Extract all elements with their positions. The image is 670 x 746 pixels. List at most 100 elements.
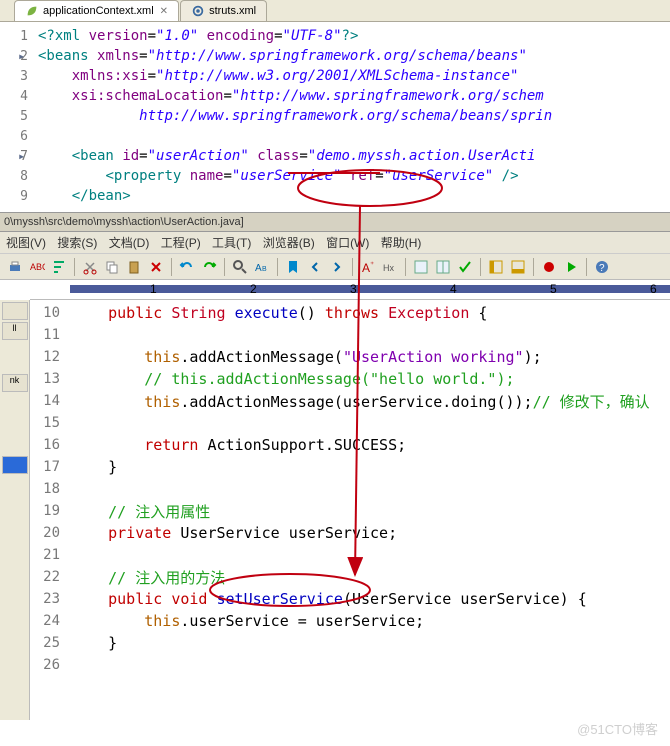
copy-icon[interactable] — [104, 259, 120, 275]
code-line: // this.addActionMessage("hello world.")… — [72, 370, 515, 388]
code-line: } — [72, 458, 117, 476]
find-replace-icon[interactable]: AB — [254, 259, 270, 275]
code-line: public void setUserService(UserService u… — [72, 590, 587, 608]
code-line: <beans xmlns="http://www.springframework… — [38, 48, 527, 64]
fold-icon[interactable]: ▸ — [18, 149, 25, 163]
toolbar-separator — [405, 258, 406, 276]
code-line: this.userService = userService; — [72, 612, 424, 630]
menu-help[interactable]: 帮助(H) — [381, 236, 422, 250]
svg-text:Hx: Hx — [383, 263, 394, 273]
delete-icon[interactable] — [148, 259, 164, 275]
layout1-icon[interactable] — [413, 259, 429, 275]
svg-text:ABC: ABC — [30, 262, 45, 272]
code-line: <bean id="userAction" class="demo.myssh.… — [38, 148, 535, 164]
line-number: 25 — [30, 635, 72, 651]
code-line: public String execute() throws Exception… — [72, 304, 487, 322]
line-number: 15 — [30, 415, 72, 431]
menu-tools[interactable]: 工具(T) — [212, 236, 251, 250]
svg-text:B: B — [262, 266, 267, 273]
nav-left-icon[interactable] — [307, 259, 323, 275]
code-line: private UserService userService; — [72, 524, 397, 542]
ruler-mark: 6 — [650, 282, 657, 296]
line-number: 19 — [30, 503, 72, 519]
line-number: 26 — [30, 657, 72, 673]
line-number: 23 — [30, 591, 72, 607]
tab-application-context[interactable]: applicationContext.xml ✕ — [14, 0, 179, 21]
leaf-icon — [25, 4, 39, 18]
line-number: 9 — [0, 189, 38, 204]
toolbar-separator — [74, 258, 75, 276]
print-icon[interactable] — [7, 259, 23, 275]
redo-icon[interactable] — [201, 259, 217, 275]
undo-icon[interactable] — [179, 259, 195, 275]
menu-window[interactable]: 窗口(W) — [326, 236, 369, 250]
fold-icon[interactable]: ▸ — [18, 49, 25, 63]
ruler-mark: 1 — [150, 282, 157, 296]
panel1-icon[interactable] — [488, 259, 504, 275]
code-line: this.addActionMessage(userService.doing(… — [72, 391, 650, 412]
line-number: 12 — [30, 349, 72, 365]
record-icon[interactable] — [541, 259, 557, 275]
toolbar-separator — [480, 258, 481, 276]
line-number: 22 — [30, 569, 72, 585]
side-item[interactable]: nk — [2, 374, 28, 392]
toolbar-separator — [224, 258, 225, 276]
watermark: @51CTO博客 — [577, 719, 658, 738]
nav-right-icon[interactable] — [329, 259, 345, 275]
side-item[interactable]: ll — [2, 322, 28, 340]
ruler-mark: 4 — [450, 282, 457, 296]
menu-project[interactable]: 工程(P) — [161, 236, 201, 250]
menu-browser[interactable]: 浏览器(B) — [263, 236, 315, 250]
xml-editor[interactable]: 1<?xml version="1.0" encoding="UTF-8"?> … — [0, 22, 670, 212]
side-panel: ll nk — [0, 300, 30, 720]
menu-search[interactable]: 搜索(S) — [57, 236, 97, 250]
line-number: 4 — [0, 89, 38, 104]
line-number: 10 — [30, 305, 72, 321]
gear-icon — [191, 4, 205, 18]
menu-view[interactable]: 视图(V) — [6, 236, 46, 250]
bookmark-icon[interactable] — [285, 259, 301, 275]
ruler: 1 2 3 4 5 6 — [30, 280, 670, 300]
play-icon[interactable] — [563, 259, 579, 275]
line-number: 13 — [30, 371, 72, 387]
line-number: 24 — [30, 613, 72, 629]
line-number: 6 — [0, 129, 38, 144]
paste-icon[interactable] — [126, 259, 142, 275]
line-number: 14 — [30, 393, 72, 409]
panel2-icon[interactable] — [510, 259, 526, 275]
layout2-icon[interactable] — [435, 259, 451, 275]
line-number: 18 — [30, 481, 72, 497]
line-number: 8 — [0, 169, 38, 184]
toolbar-separator — [352, 258, 353, 276]
close-icon[interactable]: ✕ — [160, 6, 168, 17]
sort-icon[interactable] — [51, 259, 67, 275]
code-line: // 注入用的方法 — [72, 567, 225, 588]
toolbar-separator — [277, 258, 278, 276]
cut-icon[interactable] — [82, 259, 98, 275]
ruler-mark: 3 — [350, 282, 357, 296]
help-icon[interactable]: ? — [594, 259, 610, 275]
menu-bar: 视图(V) 搜索(S) 文档(D) 工程(P) 工具(T) 浏览器(B) 窗口(… — [0, 232, 670, 254]
svg-text:A: A — [362, 261, 370, 275]
tab-label: struts.xml — [209, 5, 256, 17]
line-number: 16 — [30, 437, 72, 453]
line-number: 5 — [0, 109, 38, 124]
line-number: 21 — [30, 547, 72, 563]
toolbar-separator — [171, 258, 172, 276]
side-item[interactable] — [2, 302, 28, 320]
spellcheck-icon[interactable]: ABC — [29, 259, 45, 275]
side-item-selected[interactable] — [2, 456, 28, 474]
ruler-mark: 2 — [250, 282, 257, 296]
check-icon[interactable] — [457, 259, 473, 275]
font-increase-icon[interactable]: A⁺ — [360, 259, 376, 275]
svg-text:?: ? — [599, 263, 605, 274]
code-line: return ActionSupport.SUCCESS; — [72, 436, 406, 454]
search-icon[interactable] — [232, 259, 248, 275]
hex-icon[interactable]: Hx — [382, 259, 398, 275]
tab-struts[interactable]: struts.xml — [180, 0, 267, 21]
tab-label: applicationContext.xml — [43, 5, 154, 17]
line-number: 1 — [0, 29, 38, 44]
java-editor[interactable]: 10 public String execute() throws Except… — [30, 300, 670, 720]
menu-document[interactable]: 文档(D) — [109, 236, 150, 250]
toolbar-separator — [586, 258, 587, 276]
